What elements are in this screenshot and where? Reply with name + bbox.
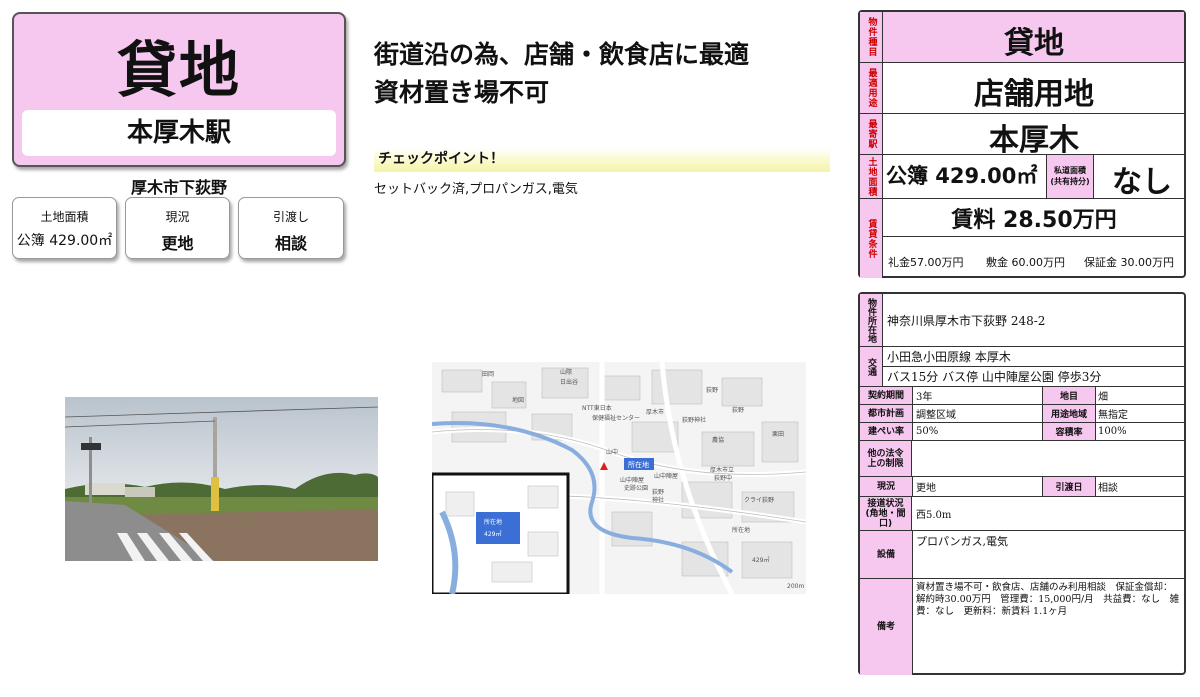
- map-label: 山際: [560, 368, 572, 376]
- other-law-label: 他の法令上の制限: [860, 441, 912, 476]
- map-label: 荻野: [652, 488, 664, 496]
- headline: 街道沿の為、店舗・飲食店に最適 資材置き場不可: [374, 36, 834, 112]
- status-value-detail: 更地: [916, 483, 936, 494]
- handover-label-detail: 引渡日: [1042, 477, 1096, 496]
- other-law-value: [912, 441, 916, 476]
- map-label: 田岡: [482, 371, 494, 378]
- private-road-sub: (共有持分): [1050, 177, 1090, 186]
- map-label: 栗田: [772, 431, 784, 438]
- location-label: 物件所在地: [860, 294, 883, 346]
- location-value: 神奈川県厚木市下荻野 248-2: [887, 313, 1046, 328]
- property-detail-table: 物件所在地 神奈川県厚木市下荻野 248-2 交通 小田急小田原線 本厚木 バス…: [858, 292, 1186, 675]
- station-label: 最寄駅: [860, 114, 883, 154]
- map-label: 429㎡: [752, 556, 769, 564]
- handover-label: 引渡し: [272, 210, 309, 224]
- facility-value: プロパンガス,電気: [916, 535, 1009, 548]
- zoning-label: 用途地域: [1042, 405, 1096, 422]
- land-area-label: 土地面積: [40, 210, 89, 224]
- map-label: NTT東日本: [582, 404, 612, 412]
- bcr-label: 建ぺい率: [860, 423, 913, 440]
- map-label: 農協: [712, 436, 724, 444]
- land-cat-value: 畑: [1098, 392, 1108, 403]
- site-photo: [65, 397, 378, 561]
- headline-line2: 資材置き場不可: [374, 78, 550, 107]
- map-label: 山中陣屋: [654, 472, 678, 480]
- map-scale: 200m: [787, 583, 804, 590]
- address-short: 厚木市下荻野: [130, 178, 227, 197]
- land-area-card: 土地面積 公簿 429.00㎡: [12, 197, 117, 259]
- status-value: 更地: [161, 234, 194, 253]
- station-value: 本厚木: [989, 123, 1079, 158]
- checkpoint-text: セットバック済,プロパンガス,電気: [374, 182, 578, 197]
- map-label: 所在地: [732, 526, 750, 534]
- map-label: 史跡公園: [624, 484, 648, 492]
- map-label: 神社: [652, 496, 664, 504]
- area-label: 土地面積: [860, 155, 883, 198]
- handover-value: 相談: [274, 234, 307, 253]
- map-label: 山中陣屋: [620, 476, 644, 484]
- transport-label: 交通: [860, 347, 883, 386]
- map-label: 山中: [606, 448, 618, 456]
- remarks-label: 備考: [860, 579, 913, 675]
- land-area-value: 公簿 429.00㎡: [16, 233, 113, 249]
- map-label: 日出谷: [560, 378, 578, 386]
- handover-card: 引渡し 相談: [238, 197, 344, 259]
- map-label: クライ荻野: [744, 496, 774, 504]
- map-label: 厚木市: [646, 408, 664, 416]
- land-cat-label: 地目: [1042, 387, 1096, 404]
- road-value: 西5.0m: [916, 510, 952, 521]
- transport-line1: 小田急小田原線 本厚木: [887, 350, 1011, 364]
- road-label: 接道状況(角地・間口): [860, 497, 912, 530]
- station-name: 本厚木駅: [22, 110, 336, 156]
- status-label-detail: 現況: [860, 477, 913, 496]
- checkpoint-title: チェックポイント！: [374, 148, 830, 172]
- use-value: 店舗用地: [974, 77, 1094, 112]
- property-type-title: 貸地: [117, 36, 241, 106]
- transport-line2: バス15分 バス停 山中陣屋公園 停歩3分: [887, 370, 1102, 384]
- reikin: 礼金57.00万円: [888, 256, 964, 269]
- private-road-value: なし: [1112, 165, 1172, 200]
- area-value: 公簿 429.00㎡: [886, 164, 1038, 188]
- far-label: 容積率: [1042, 423, 1096, 440]
- rent-value: 賃料 28.50万円: [951, 208, 1117, 233]
- city-plan-value: 調整区域: [916, 410, 956, 421]
- use-label: 最適用途: [860, 63, 883, 113]
- type-label: 物件種目: [860, 12, 883, 62]
- map-label: 荻野: [706, 386, 718, 394]
- status-label: 現況: [165, 210, 190, 224]
- zoning-value: 無指定: [1098, 410, 1128, 421]
- map-label: 保健福祉センター: [592, 414, 640, 422]
- remarks-value: 資材置き場不可・飲食店、店舗のみ利用相談 保証金償却：解約時30.00万円 管理…: [916, 582, 1180, 617]
- status-card: 現況 更地: [125, 197, 230, 259]
- contract-value: 3年: [916, 392, 933, 403]
- rent-label: 賃貸条件: [860, 199, 883, 278]
- map-label: 厚木市立: [710, 466, 734, 474]
- bcr-value: 50%: [916, 426, 939, 437]
- hoshokin: 保証金 30.00万円: [1084, 256, 1174, 269]
- far-value: 100%: [1098, 426, 1127, 437]
- map-label: 荻野神社: [682, 416, 706, 424]
- map-label: 地図: [512, 396, 524, 404]
- shikikin: 敷金 60.00万円: [986, 256, 1065, 269]
- city-plan-label: 都市計画: [860, 405, 913, 422]
- location-map[interactable]: 所在地 山際 田岡 日出谷 NTT東日本 厚木市 荻野 山中 保健福祉センター …: [432, 362, 806, 594]
- property-summary-table: 物件種目 貸地 最適用途 店舗用地 最寄駅 本厚木 土地面積 公簿 429.00…: [858, 10, 1186, 278]
- inset-area: 429㎡: [484, 530, 501, 538]
- map-label: 荻野: [732, 406, 744, 414]
- inset-label: 所在地: [484, 518, 502, 526]
- facility-label: 設備: [860, 531, 913, 578]
- contract-label: 契約期間: [860, 387, 913, 404]
- title-card: 貸地 本厚木駅: [12, 12, 346, 167]
- map-label: 荻野中: [714, 474, 732, 482]
- private-road-label: 私道面積: [1054, 166, 1086, 175]
- type-value: 貸地: [1004, 26, 1064, 61]
- handover-value-detail: 相談: [1098, 483, 1118, 494]
- svg-text:所在地: 所在地: [628, 460, 649, 469]
- headline-line1: 街道沿の為、店舗・飲食店に最適: [374, 40, 750, 69]
